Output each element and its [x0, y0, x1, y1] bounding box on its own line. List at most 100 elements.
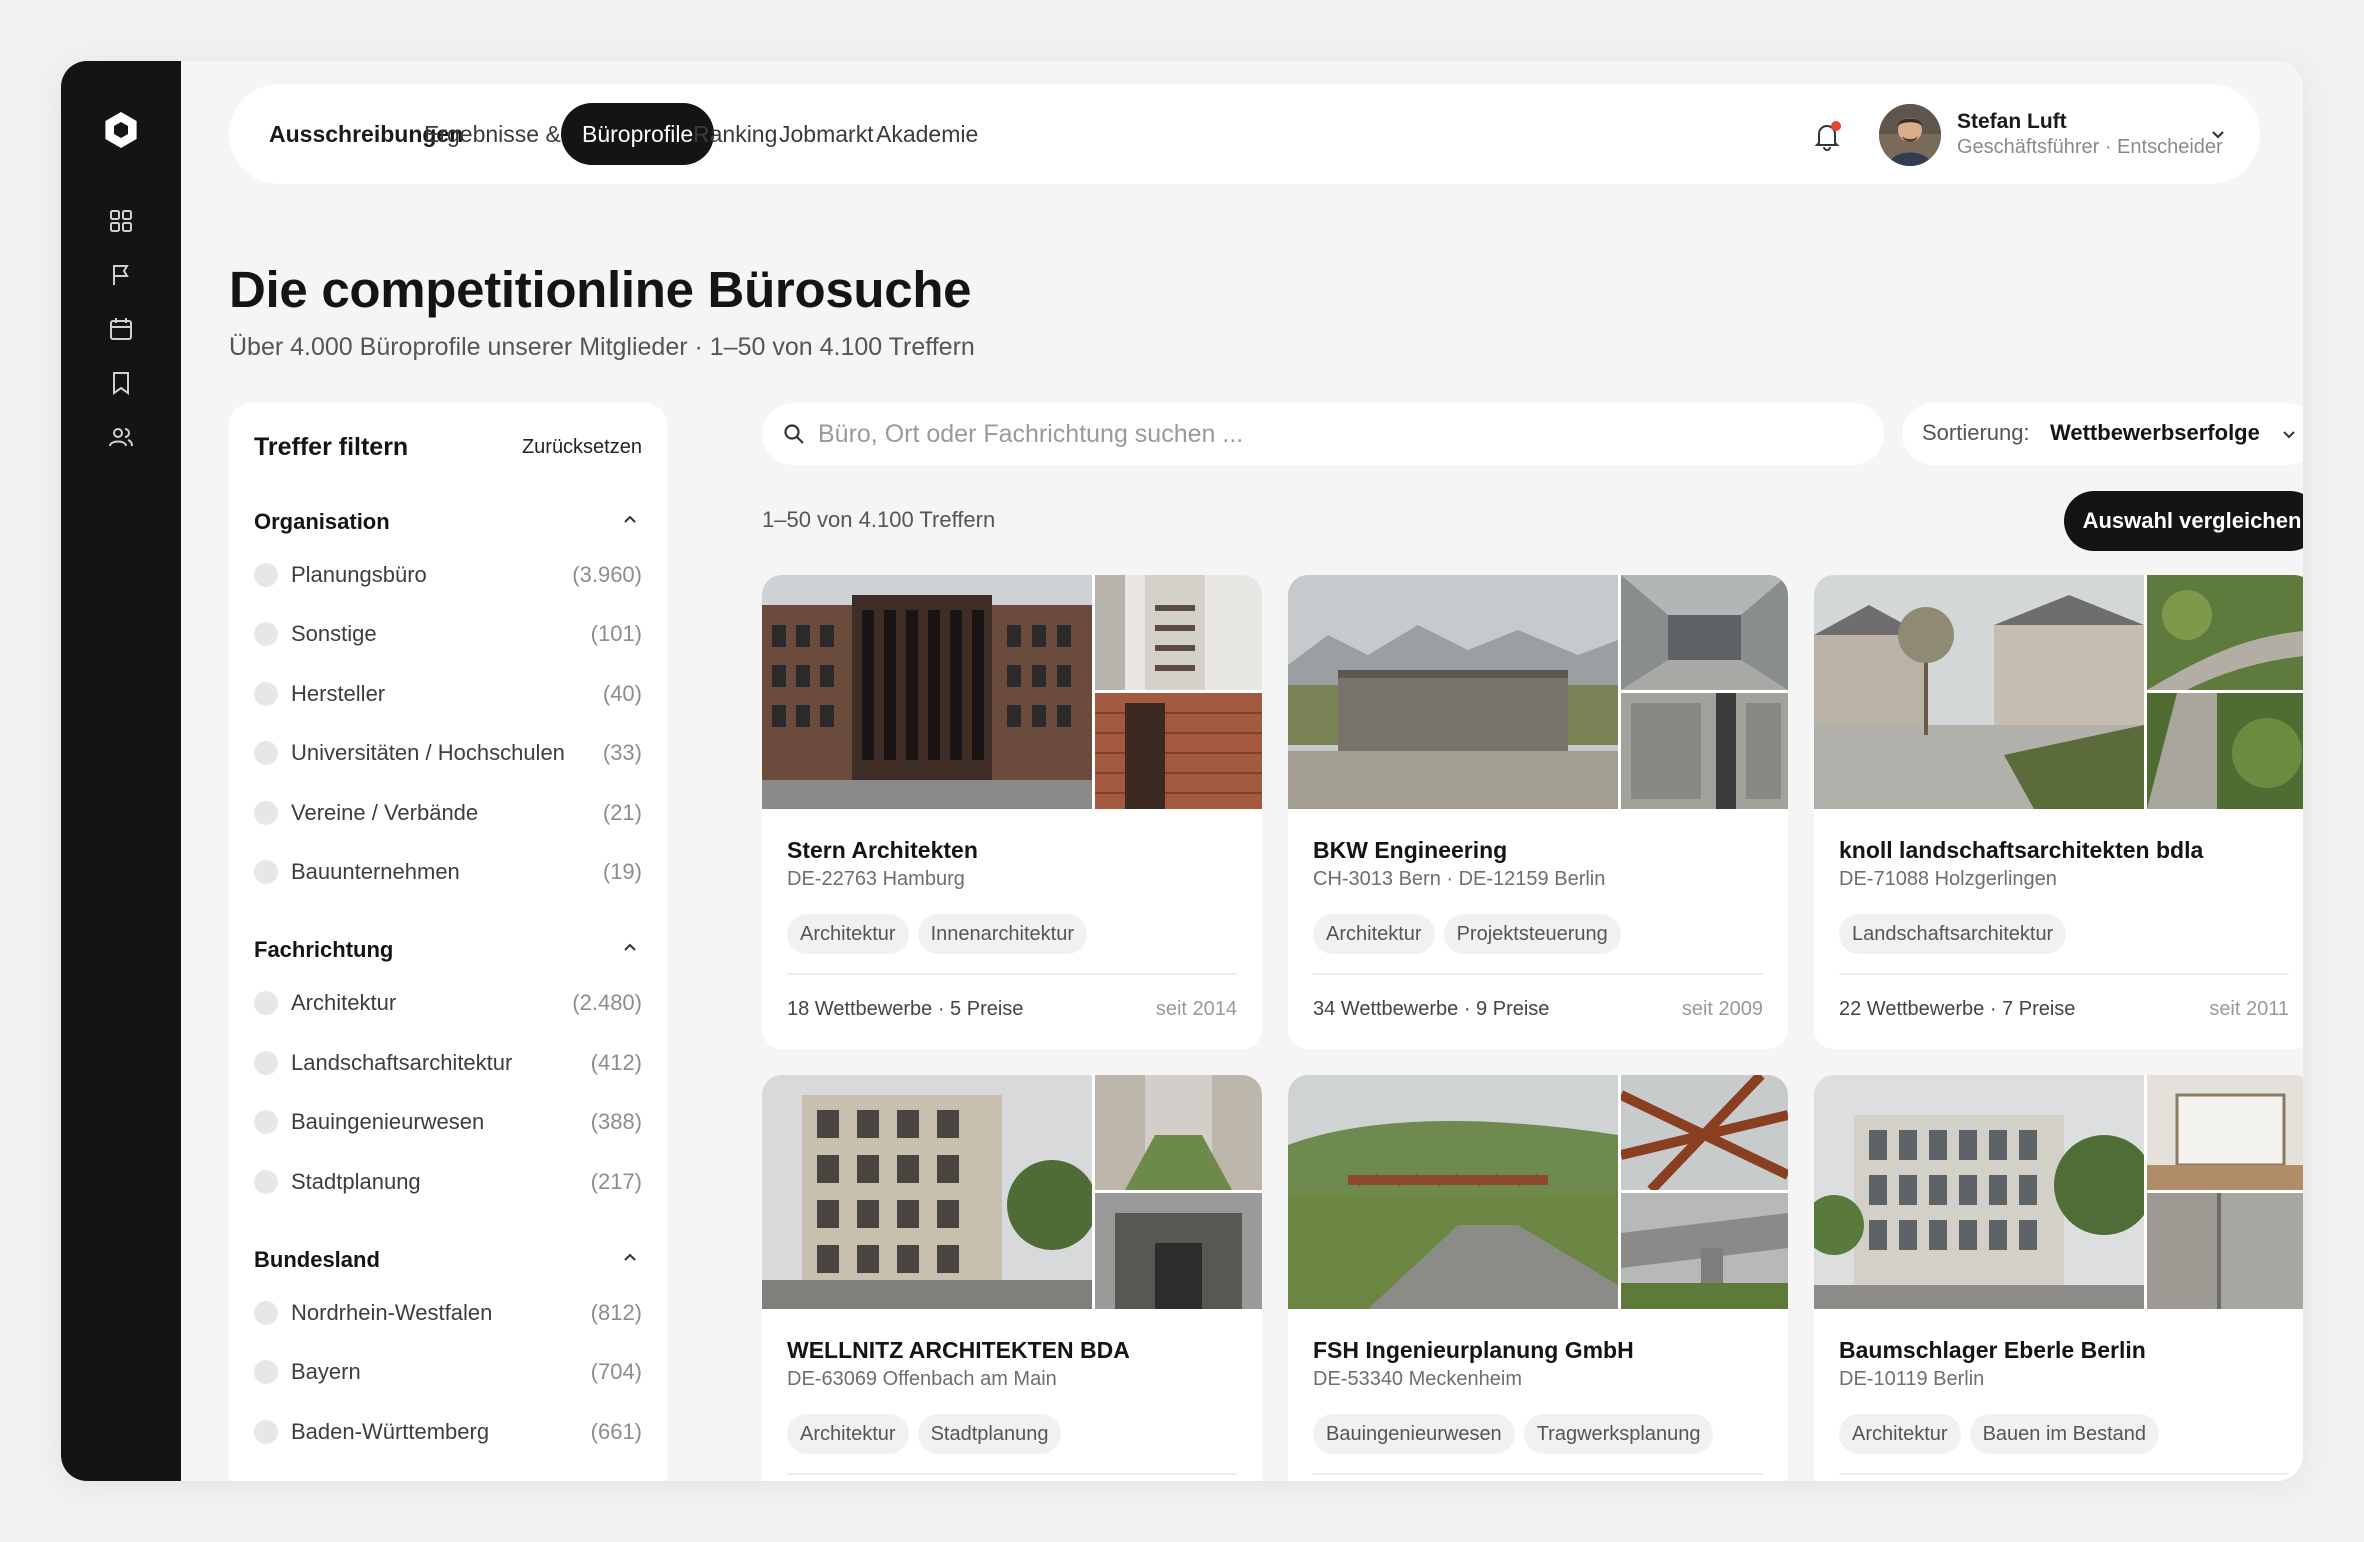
tag[interactable]: Architektur: [787, 914, 909, 954]
tag[interactable]: Architektur: [1313, 914, 1435, 954]
radio-button[interactable]: [254, 1051, 278, 1075]
radio-button[interactable]: [254, 1170, 278, 1194]
top-navigation: Ausschreibungen Ergebnisse & News Büropr…: [229, 84, 2260, 184]
office-card[interactable]: WELLNITZ ARCHITEKTEN BDA DE-63069 Offenb…: [762, 1075, 1262, 1481]
search-icon: [782, 422, 806, 446]
chevron-up-icon[interactable]: [620, 509, 640, 529]
filter-option[interactable]: Bauunternehmen (19): [254, 857, 642, 887]
sort-value: Wettbewerbserfolge: [2050, 420, 2260, 445]
filter-option-count: (19): [602, 859, 642, 884]
divider: [1313, 1473, 1763, 1475]
card-detail-image: [2147, 575, 2303, 690]
filter-option[interactable]: Bauingenieurwesen (388): [254, 1107, 642, 1137]
card-office-name: Baumschlager Eberle Berlin: [1839, 1337, 2146, 1363]
radio-button[interactable]: [254, 1110, 278, 1134]
tag[interactable]: Tragwerksplanung: [1523, 1414, 1714, 1454]
filter-option[interactable]: Landschaftsarchitektur (412): [254, 1048, 642, 1078]
radio-button[interactable]: [254, 682, 278, 706]
reset-filters-link[interactable]: Zurücksetzen: [522, 436, 642, 459]
avatar[interactable]: [1879, 104, 1941, 166]
tag[interactable]: Bauingenieurwesen: [1313, 1414, 1515, 1454]
radio-button[interactable]: [254, 801, 278, 825]
radio-button[interactable]: [254, 741, 278, 765]
filter-option[interactable]: Hersteller (40): [254, 679, 642, 709]
filter-option[interactable]: Vereine / Verbände (21): [254, 798, 642, 828]
divider: [1839, 973, 2289, 975]
card-tags: Landschaftsarchitektur: [1839, 914, 2067, 954]
users-icon[interactable]: [105, 421, 137, 453]
tab-akademie[interactable]: Akademie: [855, 103, 999, 165]
filter-option[interactable]: Baden-Württemberg (661): [254, 1417, 642, 1447]
filter-option[interactable]: Universitäten / Hochschulen (33): [254, 738, 642, 768]
sort-dropdown[interactable]: Sortierung: Wettbewerbserfolge: [1902, 403, 2303, 465]
office-card[interactable]: knoll landschaftsarchitekten bdla DE-710…: [1814, 575, 2303, 1049]
filter-option[interactable]: Planungsbüro (3.960): [254, 560, 642, 590]
card-stats: 22 Wettbewerbe · 7 Preise: [1839, 998, 2076, 1020]
page-title: Die competitionline Bürosuche: [229, 261, 972, 318]
filter-option[interactable]: Stadtplanung (217): [254, 1167, 642, 1197]
notification-dot: [1831, 121, 1841, 131]
filter-option-count: (3.960): [572, 562, 642, 587]
card-stats: 18 Wettbewerbe · 5 Preise: [787, 998, 1024, 1020]
filter-option[interactable]: Sonstige (101): [254, 619, 642, 649]
tag[interactable]: Projektsteuerung: [1443, 914, 1621, 954]
radio-button[interactable]: [254, 1420, 278, 1444]
card-office-name: FSH Ingenieurplanung GmbH: [1313, 1337, 1634, 1363]
filter-group-organisation[interactable]: Organisation: [254, 509, 642, 535]
radio-button[interactable]: [254, 622, 278, 646]
filter-option-count: (661): [590, 1419, 642, 1444]
filter-option-label: Vereine / Verbände: [291, 800, 479, 825]
card-detail-image: [2147, 693, 2303, 809]
filter-option-label: Sonstige: [291, 621, 377, 646]
calendar-icon[interactable]: [105, 313, 137, 345]
filter-option-count: (388): [590, 1109, 642, 1134]
tag[interactable]: Stadtplanung: [917, 1414, 1062, 1454]
tag[interactable]: Landschaftsarchitektur: [1839, 914, 2067, 954]
flag-icon[interactable]: [105, 259, 137, 291]
tag[interactable]: Innenarchitektur: [917, 914, 1088, 954]
office-card[interactable]: Baumschlager Eberle Berlin DE-10119 Berl…: [1814, 1075, 2303, 1481]
filter-option-label: Bauingenieurwesen: [291, 1109, 485, 1134]
tag[interactable]: Bauen im Bestand: [1969, 1414, 2160, 1454]
compare-selection-button[interactable]: Auswahl vergleichen: [2064, 491, 2303, 551]
chevron-up-icon[interactable]: [620, 937, 640, 957]
card-main-image: [762, 1075, 1097, 1309]
filter-group-fachrichtung[interactable]: Fachrichtung: [254, 937, 642, 963]
radio-button[interactable]: [254, 1360, 278, 1384]
card-tags: Architektur Bauen im Bestand: [1839, 1414, 2160, 1454]
notification-bell-icon[interactable]: [1810, 119, 1844, 153]
filter-option[interactable]: Nordrhein-Westfalen (812): [254, 1298, 642, 1328]
card-detail-image: [1095, 693, 1262, 809]
search-input[interactable]: [818, 413, 1858, 455]
divider: [1313, 973, 1763, 975]
card-office-name: knoll landschaftsarchitekten bdla: [1839, 837, 2204, 863]
filter-option[interactable]: Architektur (2.480): [254, 988, 642, 1018]
filter-option-count: (33): [602, 740, 642, 765]
sort-label: Sortierung:: [1922, 420, 2030, 445]
grid-icon[interactable]: [105, 205, 137, 237]
filter-option-label: Bauunternehmen: [291, 859, 460, 884]
filter-option-label: Stadtplanung: [291, 1169, 421, 1194]
card-tags: Architektur Projektsteuerung: [1313, 914, 1621, 954]
tag[interactable]: Architektur: [1839, 1414, 1961, 1454]
radio-button[interactable]: [254, 991, 278, 1015]
office-card[interactable]: FSH Ingenieurplanung GmbH DE-53340 Mecke…: [1288, 1075, 1788, 1481]
office-card[interactable]: Stern Architekten DE-22763 Hamburg Archi…: [762, 575, 1262, 1049]
logo-icon[interactable]: [99, 108, 143, 152]
page-subtitle: Über 4.000 Büroprofile unserer Mitgliede…: [229, 333, 975, 361]
chevron-up-icon[interactable]: [620, 1247, 640, 1267]
office-card[interactable]: BKW Engineering CH-3013 Bern · DE-12159 …: [1288, 575, 1788, 1049]
filter-group-bundesland[interactable]: Bundesland: [254, 1247, 642, 1273]
filter-option[interactable]: Bayern (704): [254, 1357, 642, 1387]
card-location: DE-53340 Meckenheim: [1313, 1368, 1522, 1390]
user-name: Stefan Luft: [1957, 110, 2067, 133]
bookmark-icon[interactable]: [105, 367, 137, 399]
radio-button[interactable]: [254, 1301, 278, 1325]
radio-button[interactable]: [254, 563, 278, 587]
tag[interactable]: Architektur: [787, 1414, 909, 1454]
radio-button[interactable]: [254, 860, 278, 884]
filter-option-label: Universitäten / Hochschulen: [291, 740, 565, 765]
card-tags: Architektur Stadtplanung: [787, 1414, 1062, 1454]
filter-option-count: (40): [602, 681, 642, 706]
chevron-down-icon[interactable]: [2206, 122, 2230, 146]
